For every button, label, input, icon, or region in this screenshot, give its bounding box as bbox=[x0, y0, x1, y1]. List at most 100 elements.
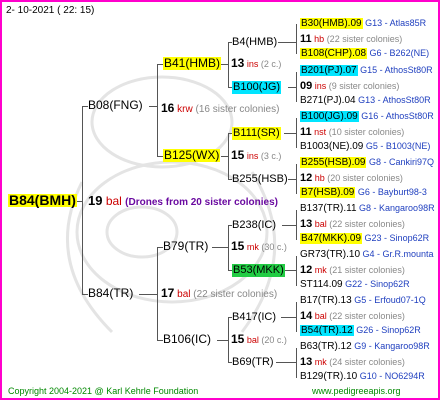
ancestor-sister-count: 12 bbox=[300, 172, 313, 184]
ancestor-sister-unit: hb bbox=[314, 34, 325, 44]
ancestor-queen[interactable]: B1003(NE).09 bbox=[300, 141, 363, 152]
ancestor-sister-info: 11 hb (22 sister colonies) bbox=[300, 33, 402, 46]
mm-sister-count: 15 bbox=[231, 332, 245, 346]
mm-sister-info: 15 bal (20 c.) bbox=[231, 333, 287, 347]
ancestor-colonies-note: (20 sister colonies) bbox=[327, 173, 403, 183]
ancestor-row: B129(TR).10 G10 - NO6294R bbox=[300, 370, 425, 383]
ancestor-generation: G6 - B262(NE) bbox=[369, 48, 430, 58]
mother-sister-unit: bal bbox=[177, 289, 191, 300]
ancestor-queen[interactable]: B108(CHP).08 bbox=[300, 48, 368, 59]
l3-queen[interactable]: B238(IC) bbox=[232, 219, 276, 232]
l3-queen[interactable]: B4(HMB) bbox=[232, 36, 277, 49]
ancestor-row: B271(PJ).04 G13 - AthosSt80R bbox=[300, 94, 431, 107]
ancestor-generation: G6 - Bayburt98-3 bbox=[357, 187, 427, 197]
fm-sister-unit: ins bbox=[246, 151, 259, 161]
mf-sister-info: 15 mk (30 c.) bbox=[231, 240, 287, 254]
mf-colonies-note: (30 c.) bbox=[261, 242, 287, 252]
l3-queen[interactable]: B255(HSB) bbox=[232, 173, 288, 186]
ancestor-row: B201(PJ).07 G15 - AthosSt80R bbox=[300, 64, 433, 77]
ancestor-sister-unit: hb bbox=[314, 173, 325, 183]
ancestor-generation: G4 - Gr.R.mounta bbox=[362, 249, 434, 259]
ancestor-row: B17(TR).13 G5 - Erfoud07-1Q bbox=[300, 294, 426, 307]
l3-queen[interactable]: B100(JG) bbox=[232, 81, 282, 94]
ancestor-sister-unit: nst bbox=[314, 127, 327, 137]
ancestor-generation: G16 - AthosSt80R bbox=[361, 111, 434, 121]
ancestor-row: GR73(TR).10 G4 - Gr.R.mounta bbox=[300, 248, 434, 261]
l3-queen[interactable]: B53(MKK) bbox=[232, 264, 285, 277]
ancestor-generation: G15 - AthosSt80R bbox=[360, 65, 433, 75]
root-sister-info: 19 bal (Drones from 20 sister colonies) bbox=[88, 194, 278, 209]
root-queen[interactable]: B84(BMH) bbox=[8, 193, 77, 207]
ff-sister-info: 13 ins (2 c.) bbox=[231, 57, 281, 71]
father-queen[interactable]: B08(FNG) bbox=[88, 99, 143, 112]
copyright-text: Copyright 2004-2021 @ Karl Kehrle Founda… bbox=[8, 386, 199, 396]
ancestor-generation: G8 - Cankiri97Q bbox=[369, 157, 435, 167]
ancestor-queen[interactable]: B47(MKK).09 bbox=[300, 233, 363, 244]
l3-queen[interactable]: B69(TR) bbox=[232, 356, 274, 369]
fm-sister-info: 15 ins (3 c.) bbox=[231, 149, 281, 163]
ancestor-queen[interactable]: B63(TR).12 bbox=[300, 341, 352, 352]
website-link[interactable]: www.pedigreeapis.org bbox=[312, 385, 401, 398]
ancestor-sister-unit: mk bbox=[314, 265, 327, 275]
ancestor-generation: G23 - Sinop62R bbox=[364, 233, 430, 243]
mm-queen[interactable]: B106(IC) bbox=[163, 333, 211, 346]
ancestor-row: B54(TR).12 G26 - Sinop62R bbox=[300, 324, 421, 337]
ancestor-generation: G5 - Erfoud07-1Q bbox=[354, 295, 426, 305]
ancestor-generation: G9 - Kangaroo98R bbox=[354, 341, 430, 351]
fm-sister-count: 15 bbox=[231, 148, 245, 162]
mm-colonies-note: (20 c.) bbox=[261, 335, 287, 345]
l3-queen[interactable]: B111(SR) bbox=[232, 127, 281, 140]
ancestor-row: ST114.09 G22 - Sinop62R bbox=[300, 278, 410, 291]
root-sister-unit: bal bbox=[105, 194, 122, 208]
ancestor-queen[interactable]: B54(TR).12 bbox=[300, 325, 354, 336]
ancestor-sister-count: 12 bbox=[300, 264, 313, 276]
ancestor-sister-info: 12 hb (20 sister colonies) bbox=[300, 172, 403, 185]
report-date: 2- 10-2021 ( 22: 15) bbox=[6, 5, 95, 16]
ancestor-sister-unit: ins bbox=[314, 81, 327, 91]
ancestor-queen[interactable]: B7(HSB).09 bbox=[300, 187, 356, 198]
ancestor-queen[interactable]: B137(TR).11 bbox=[300, 203, 357, 214]
ancestor-sister-count: 14 bbox=[300, 310, 313, 322]
father-colonies-note: (16 sister colonies) bbox=[195, 104, 280, 115]
ancestor-row: B63(TR).12 G9 - Kangaroo98R bbox=[300, 340, 430, 353]
ancestor-queen[interactable]: ST114.09 bbox=[300, 279, 343, 290]
ancestor-queen[interactable]: B271(PJ).04 bbox=[300, 95, 356, 106]
ancestor-colonies-note: (24 sister colonies) bbox=[329, 357, 405, 367]
father-sister-count: 16 bbox=[161, 101, 175, 115]
ancestor-sister-unit: mk bbox=[314, 357, 327, 367]
ff-colonies-note: (2 c.) bbox=[260, 59, 282, 69]
root-sister-count: 19 bbox=[88, 193, 103, 208]
ancestor-sister-info: 14 bal (22 sister colonies) bbox=[300, 310, 405, 323]
ancestor-sister-unit: bal bbox=[314, 311, 327, 321]
ancestor-row: B1003(NE).09 G5 - B1003(NE) bbox=[300, 140, 430, 153]
ancestor-sister-info: 11 nst (10 sister colonies) bbox=[300, 126, 404, 139]
ancestor-queen[interactable]: B17(TR).13 bbox=[300, 295, 352, 306]
ancestor-queen[interactable]: B201(PJ).07 bbox=[300, 65, 358, 76]
father-sister-info: 16 krw (16 sister colonies) bbox=[161, 102, 279, 116]
ancestor-row: B137(TR).11 G8 - Kangaroo98R bbox=[300, 202, 435, 215]
ancestor-row: B7(HSB).09 G6 - Bayburt98-3 bbox=[300, 186, 427, 199]
ancestor-generation: G8 - Kangaroo98R bbox=[359, 203, 435, 213]
mother-sister-info: 17 bal (22 sister colonies) bbox=[161, 287, 277, 301]
ancestor-colonies-note: (9 sister colonies) bbox=[328, 81, 400, 91]
mf-sister-count: 15 bbox=[231, 239, 245, 253]
ancestor-sister-count: 13 bbox=[300, 356, 313, 368]
ancestor-queen[interactable]: B30(HMB).09 bbox=[300, 18, 363, 29]
mother-queen[interactable]: B84(TR) bbox=[88, 287, 133, 300]
fm-queen[interactable]: B125(WX) bbox=[163, 149, 221, 162]
ff-queen[interactable]: B41(HMB) bbox=[163, 57, 222, 70]
ancestor-colonies-note: (10 sister colonies) bbox=[328, 127, 405, 137]
ancestor-generation: G13 - AthosSt80R bbox=[358, 95, 431, 105]
ancestor-queen[interactable]: B100(JG).09 bbox=[300, 111, 359, 122]
mf-queen[interactable]: B79(TR) bbox=[163, 240, 208, 253]
ancestor-generation: G5 - B1003(NE) bbox=[365, 141, 431, 151]
ancestor-row: B30(HMB).09 G13 - Atlas85R bbox=[300, 17, 426, 30]
fm-colonies-note: (3 c.) bbox=[260, 151, 282, 161]
ancestor-queen[interactable]: GR73(TR).10 bbox=[300, 249, 360, 260]
ancestor-sister-count: 09 bbox=[300, 80, 313, 92]
ancestor-row: B255(HSB).09 G8 - Cankiri97Q bbox=[300, 156, 434, 169]
ancestor-queen[interactable]: B129(TR).10 bbox=[300, 371, 357, 382]
ancestor-row: B47(MKK).09 G23 - Sinop62R bbox=[300, 232, 429, 245]
ancestor-queen[interactable]: B255(HSB).09 bbox=[300, 157, 367, 168]
l3-queen[interactable]: B417(IC) bbox=[232, 311, 276, 324]
